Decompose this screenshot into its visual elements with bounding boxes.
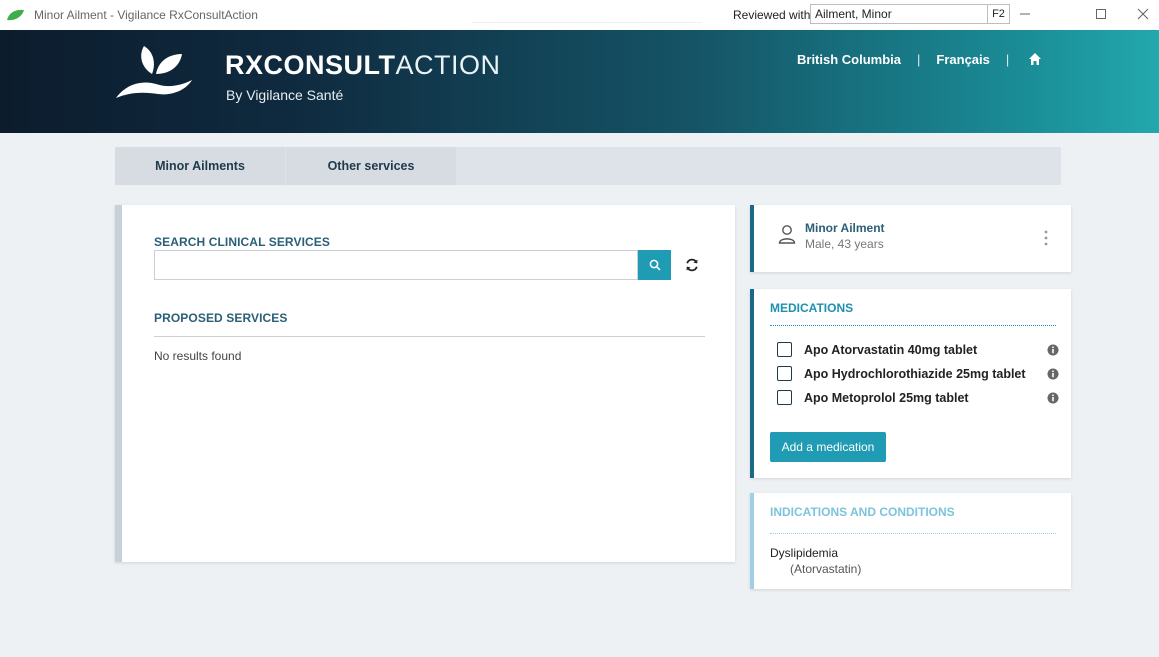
patient-card: Minor Ailment Male, 43 years (750, 205, 1071, 272)
title-bar-field (472, 7, 702, 23)
minimize-icon[interactable] (1017, 6, 1033, 22)
tab-minor-ailments[interactable]: Minor Ailments (115, 147, 285, 185)
close-icon[interactable] (1135, 6, 1151, 22)
brand-name-thin: ACTION (395, 50, 501, 80)
medication-checkbox[interactable] (777, 390, 792, 405)
nav-province-link[interactable]: British Columbia (797, 52, 901, 67)
brand-logo[interactable] (112, 44, 196, 100)
brand-name: RXCONSULTACTION (225, 50, 501, 81)
divider (154, 336, 705, 337)
medication-item: Apo Atorvastatin 40mg tablet (777, 340, 1062, 360)
maximize-icon[interactable] (1093, 6, 1109, 22)
empty-state-text: No results found (154, 349, 242, 363)
medication-label: Apo Hydrochlorothiazide 25mg tablet (804, 367, 1026, 381)
reviewed-with-label: Reviewed with (733, 8, 811, 22)
medication-item: Apo Hydrochlorothiazide 25mg tablet (777, 364, 1062, 384)
service-tabs: Minor Ailments Other services (115, 147, 1061, 185)
info-icon[interactable] (1047, 392, 1059, 404)
divider (770, 325, 1056, 326)
tab-other-services[interactable]: Other services (286, 147, 456, 185)
window-title: Minor Ailment - Vigilance RxConsultActio… (34, 8, 258, 22)
nav-separator: | (917, 51, 921, 67)
indications-card: INDICATIONS AND CONDITIONS Dyslipidemia … (750, 493, 1071, 589)
indications-title: INDICATIONS AND CONDITIONS (770, 505, 955, 519)
medication-checkbox[interactable] (777, 366, 792, 381)
search-button[interactable] (638, 250, 671, 280)
add-medication-button[interactable]: Add a medication (770, 432, 886, 462)
search-input[interactable] (154, 250, 638, 280)
proposed-services-title: PROPOSED SERVICES (154, 311, 288, 325)
home-icon[interactable] (1028, 52, 1042, 66)
refresh-icon[interactable] (684, 257, 700, 273)
nav-separator: | (1005, 51, 1010, 67)
top-navigation: British Columbia | Français | (797, 50, 1042, 68)
medication-item: Apo Metoprolol 25mg tablet (777, 388, 1062, 408)
leaf-icon (7, 9, 24, 21)
header-banner: RXCONSULTACTION By Vigilance Santé Briti… (0, 30, 1159, 133)
person-icon (778, 225, 796, 244)
clinical-services-panel: SEARCH CLINICAL SERVICES PROPOSED SERVIC… (115, 205, 735, 562)
patient-details: Male, 43 years (805, 237, 884, 251)
patient-name[interactable]: Minor Ailment (805, 221, 885, 235)
hotkey-label: F2 (988, 4, 1010, 24)
medications-card: MEDICATIONS Apo Atorvastatin 40mg tablet… (750, 289, 1071, 478)
nav-language-link[interactable]: Français (936, 52, 989, 67)
reviewed-with-input[interactable]: Ailment, Minor (810, 4, 988, 24)
brand-name-bold: RXCONSULT (225, 50, 396, 80)
condition-source: (Atorvastatin) (790, 562, 862, 576)
medications-title: MEDICATIONS (770, 301, 854, 315)
medication-checkbox[interactable] (777, 342, 792, 357)
condition-name: Dyslipidemia (770, 546, 839, 560)
brand-byline: By Vigilance Santé (226, 87, 344, 103)
info-icon[interactable] (1047, 344, 1059, 356)
kebab-menu-icon[interactable] (1043, 229, 1049, 247)
search-section-title: SEARCH CLINICAL SERVICES (154, 235, 330, 249)
medication-label: Apo Atorvastatin 40mg tablet (804, 343, 978, 357)
medication-label: Apo Metoprolol 25mg tablet (804, 391, 969, 405)
info-icon[interactable] (1047, 368, 1059, 380)
divider (770, 533, 1056, 534)
search-icon (649, 259, 661, 271)
window-title-bar: Minor Ailment - Vigilance RxConsultActio… (0, 0, 1159, 30)
